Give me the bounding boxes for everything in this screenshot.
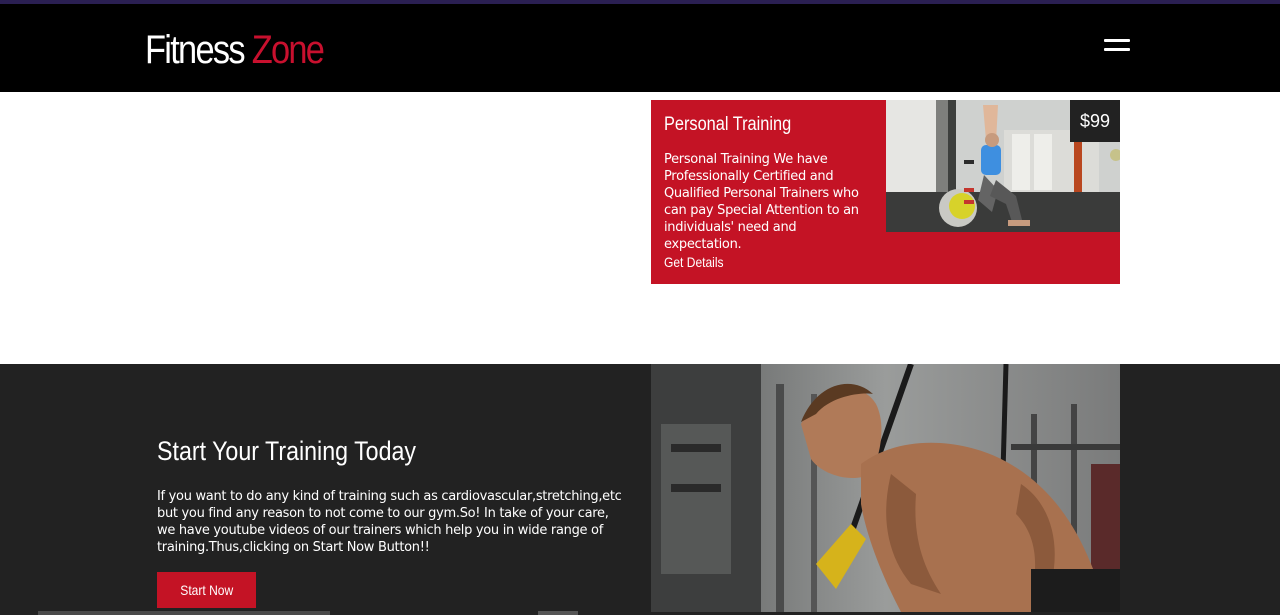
hamburger-menu-icon[interactable] xyxy=(1104,36,1136,54)
bottom-scroll-indicator-secondary xyxy=(538,611,578,615)
section-title: Start Your Training Today xyxy=(157,436,417,466)
card-description: Personal Training We have Professionally… xyxy=(664,152,859,252)
bottom-scroll-indicator xyxy=(38,611,330,615)
personal-training-photo: $99 xyxy=(886,100,1120,232)
start-now-label: Start Now xyxy=(180,582,233,598)
brand-accent: Zone xyxy=(251,28,325,72)
price-badge: $99 xyxy=(1070,100,1120,142)
start-now-button[interactable]: Start Now xyxy=(157,572,256,608)
trx-training-photo xyxy=(651,364,1120,612)
menu-line xyxy=(1104,39,1130,42)
navbar: Fitness Zone xyxy=(0,4,1280,92)
menu-line xyxy=(1104,48,1130,51)
start-training-section: Start Your Training Today If you want to… xyxy=(0,364,1280,615)
card-title: Personal Training xyxy=(664,114,792,135)
section-text: If you want to do any kind of training s… xyxy=(157,489,622,555)
pricing-card: Personal Training Personal Training We h… xyxy=(651,100,1120,284)
brand-main: Fitness xyxy=(145,28,246,72)
trx-training-illustration xyxy=(651,364,1120,612)
get-details-link[interactable]: Get Details xyxy=(664,254,724,270)
brand-logo[interactable]: Fitness Zone xyxy=(145,26,325,74)
